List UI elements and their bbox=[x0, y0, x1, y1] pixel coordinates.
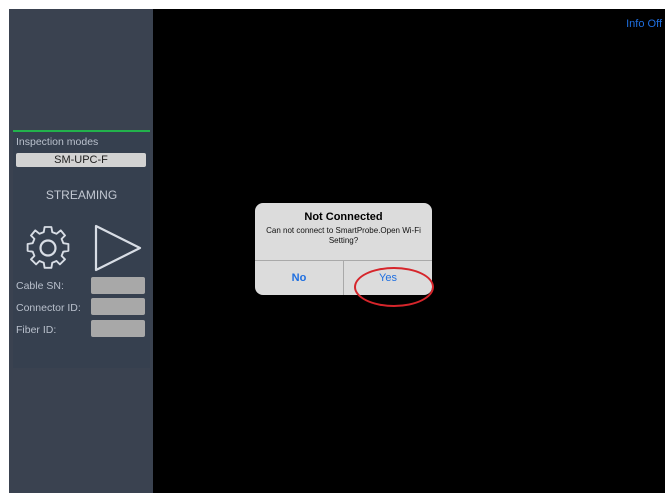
info-off-button[interactable]: Info Off bbox=[626, 18, 662, 30]
dialog-message: Can not connect to SmartProbe.Open Wi-Fi… bbox=[266, 226, 421, 245]
not-connected-dialog: Not Connected Can not connect to SmartPr… bbox=[255, 203, 432, 295]
inspection-modes-label: Inspection modes bbox=[16, 136, 99, 148]
connector-id-field[interactable] bbox=[91, 298, 145, 315]
inspection-panel: Inspection modes SM-UPC-F STREAMING Cabl… bbox=[13, 130, 150, 368]
cable-sn-label: Cable SN: bbox=[16, 280, 64, 292]
inspection-mode-select[interactable]: SM-UPC-F bbox=[16, 153, 146, 167]
sidebar: Inspection modes SM-UPC-F STREAMING Cabl… bbox=[9, 9, 153, 493]
streaming-button[interactable]: STREAMING bbox=[13, 188, 150, 202]
cable-sn-field[interactable] bbox=[91, 277, 145, 294]
fiber-id-field[interactable] bbox=[91, 320, 145, 337]
fiber-id-label: Fiber ID: bbox=[16, 324, 57, 336]
no-button[interactable]: No bbox=[255, 261, 343, 295]
gear-icon[interactable] bbox=[17, 222, 79, 274]
play-icon[interactable] bbox=[90, 222, 148, 274]
dialog-title: Not Connected bbox=[304, 211, 383, 223]
app-screen: Inspection modes SM-UPC-F STREAMING Cabl… bbox=[9, 9, 665, 493]
connector-id-label: Connector ID: bbox=[16, 302, 81, 314]
yes-button[interactable]: Yes bbox=[344, 261, 432, 295]
